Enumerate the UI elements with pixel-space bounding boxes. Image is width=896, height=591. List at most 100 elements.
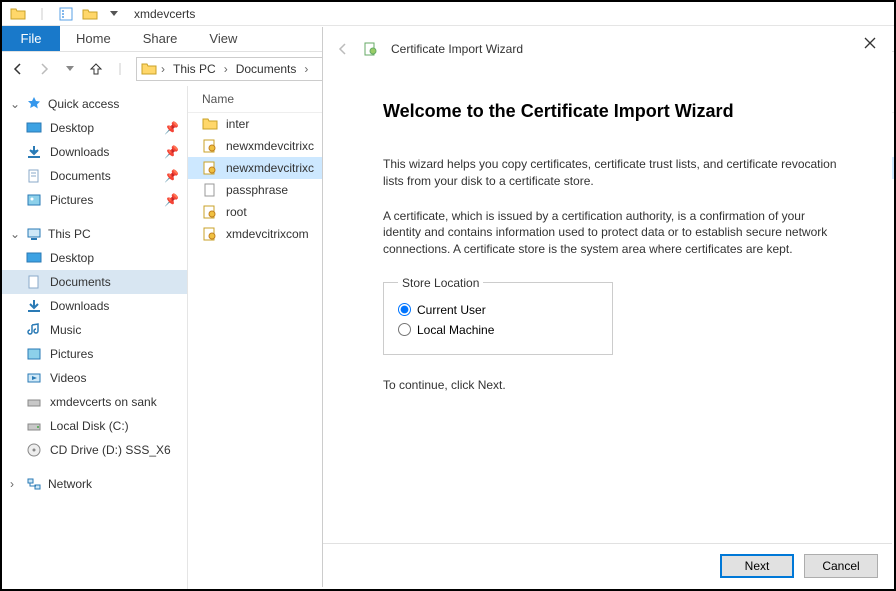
sidebar-item-label: Pictures [50, 193, 93, 207]
chevron-right-icon[interactable]: › [222, 62, 230, 76]
breadcrumb-documents[interactable]: Documents [232, 62, 301, 76]
chevron-right-icon[interactable]: › [159, 62, 167, 76]
sidebar-item-downloads[interactable]: Downloads [2, 294, 187, 318]
sidebar-item-videos[interactable]: Videos [2, 366, 187, 390]
sidebar-network[interactable]: › Network [2, 472, 187, 496]
window-title: xmdevcerts [134, 7, 195, 21]
pin-icon: 📌 [164, 121, 179, 135]
cd-icon [26, 442, 42, 458]
sidebar-item-label: CD Drive (D:) SSS_X6 [50, 443, 171, 457]
wizard-body: Welcome to the Certificate Import Wizard… [323, 71, 892, 543]
radio-input[interactable] [398, 303, 411, 316]
sidebar-item-pictures[interactable]: Pictures [2, 342, 187, 366]
chevron-down-icon: ⌄ [10, 97, 20, 111]
music-icon [26, 322, 42, 338]
back-button[interactable] [10, 61, 26, 77]
chevron-right-icon[interactable]: › [302, 62, 310, 76]
properties-icon[interactable] [54, 3, 78, 25]
tab-view[interactable]: View [193, 26, 253, 51]
pin-icon: 📌 [164, 193, 179, 207]
sidebar-item-label: Videos [50, 371, 86, 385]
tab-share[interactable]: Share [127, 26, 194, 51]
computer-icon [26, 226, 42, 242]
store-location-fieldset: Store Location Current User Local Machin… [383, 276, 613, 355]
documents-icon [26, 168, 42, 184]
sidebar-item-local-disk[interactable]: Local Disk (C:) [2, 414, 187, 438]
certificate-import-wizard-dialog: Certificate Import Wizard Welcome to the… [322, 27, 892, 587]
folder-icon [202, 116, 218, 132]
file-label: newxmdevcitrixc [226, 161, 314, 175]
sidebar-item-network-share[interactable]: xmdevcerts on sank [2, 390, 187, 414]
wizard-paragraph: A certificate, which is issued by a cert… [383, 208, 842, 258]
cancel-button[interactable]: Cancel [804, 554, 878, 578]
radio-current-user[interactable]: Current User [398, 300, 598, 320]
sidebar-item-cd-drive[interactable]: CD Drive (D:) SSS_X6 [2, 438, 187, 462]
breadcrumb-separator [112, 61, 128, 77]
radio-local-machine[interactable]: Local Machine [398, 320, 598, 340]
sidebar-item-label: Documents [50, 169, 111, 183]
downloads-icon [26, 144, 42, 160]
pictures-icon [26, 346, 42, 362]
chevron-right-icon: › [10, 477, 20, 491]
sidebar-item-label: Downloads [50, 299, 109, 313]
downloads-icon [26, 298, 42, 314]
pictures-icon [26, 192, 42, 208]
network-icon [26, 476, 42, 492]
certificate-icon [202, 138, 218, 154]
sidebar-item-music[interactable]: Music [2, 318, 187, 342]
sidebar-item-documents[interactable]: Documents [2, 270, 187, 294]
file-label: newxmdevcitrixc [226, 139, 314, 153]
star-icon [26, 96, 42, 112]
forward-button[interactable] [36, 61, 52, 77]
qat-separator [30, 3, 54, 25]
file-label: xmdevcitrixcom [226, 227, 309, 241]
sidebar-this-pc[interactable]: ⌄ This PC [2, 222, 187, 246]
sidebar-item-desktop[interactable]: Desktop [2, 246, 187, 270]
certificate-icon [202, 204, 218, 220]
sidebar-item-label: Pictures [50, 347, 93, 361]
file-label: root [226, 205, 247, 219]
file-tab[interactable]: File [2, 26, 60, 51]
documents-icon [26, 274, 42, 290]
sidebar: ⌄ Quick access Desktop 📌 Downloads 📌 Docum… [2, 86, 188, 589]
column-name: Name [202, 92, 234, 106]
sidebar-item-label: Downloads [50, 145, 109, 159]
next-button[interactable]: Next [720, 554, 794, 578]
recent-dropdown-icon[interactable] [62, 61, 78, 77]
sidebar-item-pictures[interactable]: Pictures 📌 [2, 188, 187, 212]
close-button[interactable] [856, 33, 884, 53]
store-location-legend: Store Location [398, 276, 483, 290]
folder-icon[interactable] [6, 3, 30, 25]
sidebar-item-label: Documents [50, 275, 111, 289]
certificate-wizard-icon [363, 41, 379, 57]
radio-input[interactable] [398, 323, 411, 336]
sidebar-item-label: Desktop [50, 121, 94, 135]
desktop-icon [26, 250, 42, 266]
sidebar-item-label: xmdevcerts on sank [50, 395, 157, 409]
certificate-icon [202, 160, 218, 176]
sidebar-label: Network [48, 477, 92, 491]
breadcrumb-thispc[interactable]: This PC [169, 62, 220, 76]
folder-icon [141, 61, 157, 77]
wizard-heading: Welcome to the Certificate Import Wizard [383, 101, 842, 122]
drive-icon [26, 394, 42, 410]
chevron-down-icon: ⌄ [10, 227, 20, 241]
new-folder-icon[interactable] [78, 3, 102, 25]
pin-icon: 📌 [164, 145, 179, 159]
sidebar-item-documents[interactable]: Documents 📌 [2, 164, 187, 188]
sidebar-item-label: Local Disk (C:) [50, 419, 129, 433]
certificate-icon [202, 226, 218, 242]
back-button[interactable] [335, 41, 351, 57]
wizard-title: Certificate Import Wizard [391, 42, 523, 56]
sidebar-quick-access[interactable]: ⌄ Quick access [2, 92, 187, 116]
tab-home[interactable]: Home [60, 26, 127, 51]
sidebar-item-desktop[interactable]: Desktop 📌 [2, 116, 187, 140]
pin-icon: 📌 [164, 169, 179, 183]
wizard-footer: Next Cancel [323, 543, 892, 587]
desktop-icon [26, 120, 42, 136]
sidebar-item-downloads[interactable]: Downloads 📌 [2, 140, 187, 164]
sidebar-item-label: Music [50, 323, 81, 337]
radio-label: Local Machine [417, 323, 494, 337]
qat-dropdown-icon[interactable] [102, 3, 126, 25]
up-button[interactable] [88, 61, 104, 77]
